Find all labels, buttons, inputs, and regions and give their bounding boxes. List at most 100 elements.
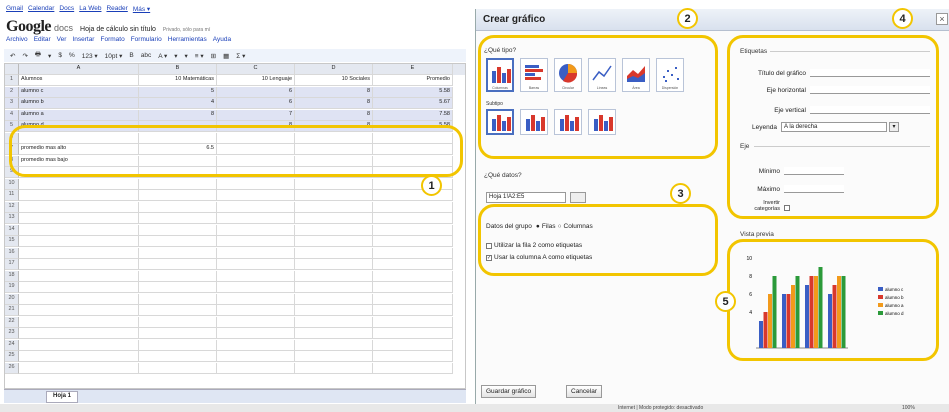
table-cell[interactable] <box>217 236 295 247</box>
table-cell[interactable] <box>19 328 139 339</box>
table-cell[interactable] <box>19 224 139 236</box>
row-number[interactable]: 3 <box>5 98 19 109</box>
toolbar-button[interactable]: ≡ ▾ <box>193 52 206 60</box>
table-cell[interactable] <box>217 316 295 328</box>
save-chart-button[interactable]: Guardar gráfico <box>481 385 537 398</box>
table-cell[interactable]: 10 Lenguaje <box>217 75 295 86</box>
table-cell[interactable] <box>19 247 139 259</box>
table-cell[interactable] <box>373 362 453 374</box>
sheet-tab[interactable]: Hoja 1 <box>46 391 79 403</box>
table-cell[interactable]: 4 <box>139 98 217 109</box>
row-number[interactable]: 17 <box>5 259 19 270</box>
row-number[interactable]: 20 <box>5 293 19 305</box>
table-cell[interactable]: 5 <box>139 86 217 98</box>
topnav-link[interactable]: Más ▾ <box>133 5 150 15</box>
table-cell[interactable] <box>295 362 373 374</box>
table-cell[interactable] <box>139 339 217 351</box>
column-header[interactable]: E <box>373 64 453 75</box>
table-cell[interactable] <box>217 213 295 224</box>
table-cell[interactable] <box>217 247 295 259</box>
cancel-button[interactable]: Cancelar <box>566 385 603 398</box>
table-cell[interactable] <box>373 190 453 201</box>
table-cell[interactable] <box>373 247 453 259</box>
table-cell[interactable]: alumno b <box>19 98 139 109</box>
table-cell[interactable]: Alumnos <box>19 75 139 86</box>
table-cell[interactable] <box>139 201 217 213</box>
menu-item[interactable]: Herramientas <box>168 36 207 48</box>
row-number[interactable]: 24 <box>5 339 19 351</box>
table-cell[interactable] <box>373 293 453 305</box>
table-cell[interactable]: alumno c <box>19 86 139 98</box>
table-cell[interactable]: 5.67 <box>373 98 453 109</box>
table-cell[interactable] <box>295 305 373 316</box>
table-cell[interactable] <box>295 270 373 282</box>
table-cell[interactable] <box>217 259 295 270</box>
table-cell[interactable] <box>295 339 373 351</box>
row-number[interactable]: 16 <box>5 247 19 259</box>
table-cell[interactable] <box>19 201 139 213</box>
table-cell[interactable]: 8 <box>139 109 217 121</box>
table-cell[interactable]: 6 <box>217 98 295 109</box>
row-number[interactable]: 23 <box>5 328 19 339</box>
row-number[interactable]: 4 <box>5 109 19 121</box>
menu-item[interactable]: Formulario <box>131 36 162 48</box>
table-cell[interactable] <box>217 328 295 339</box>
privacy-status[interactable]: Privado, sólo para mí <box>163 27 210 33</box>
table-cell[interactable] <box>217 293 295 305</box>
toolbar-button[interactable]: ▾ <box>172 52 179 60</box>
table-cell[interactable] <box>295 178 373 190</box>
toolbar-button[interactable]: $ <box>56 52 64 59</box>
table-cell[interactable] <box>139 236 217 247</box>
table-cell[interactable] <box>139 328 217 339</box>
row-number[interactable]: 10 <box>5 178 19 190</box>
toolbar-button[interactable]: 10pt ▾ <box>103 52 125 60</box>
table-cell[interactable] <box>19 293 139 305</box>
zoom-level[interactable]: 100% <box>902 405 915 411</box>
table-cell[interactable] <box>295 328 373 339</box>
table-cell[interactable] <box>373 270 453 282</box>
table-cell[interactable] <box>295 259 373 270</box>
table-cell[interactable] <box>217 270 295 282</box>
table-cell[interactable] <box>139 270 217 282</box>
table-cell[interactable]: Promedio <box>373 75 453 86</box>
toolbar-button[interactable]: abc <box>139 52 153 59</box>
table-cell[interactable]: 6 <box>217 86 295 98</box>
table-cell[interactable]: 8 <box>295 86 373 98</box>
table-cell[interactable] <box>217 351 295 362</box>
table-cell[interactable] <box>373 351 453 362</box>
table-cell[interactable]: 8 <box>295 98 373 109</box>
table-cell[interactable] <box>19 259 139 270</box>
table-cell[interactable] <box>295 351 373 362</box>
table-cell[interactable] <box>19 316 139 328</box>
column-header[interactable]: D <box>295 64 373 75</box>
column-header[interactable]: B <box>139 64 217 75</box>
table-cell[interactable] <box>295 190 373 201</box>
menu-item[interactable]: Formato <box>100 36 124 48</box>
topnav-link[interactable]: La Web <box>79 5 101 15</box>
table-cell[interactable] <box>139 178 217 190</box>
toolbar-button[interactable]: 🖶 <box>33 50 43 61</box>
row-number[interactable]: 1 <box>5 75 19 86</box>
row-number[interactable]: 14 <box>5 224 19 236</box>
menu-item[interactable]: Insertar <box>72 36 94 48</box>
table-cell[interactable] <box>139 190 217 201</box>
table-cell[interactable]: 7.58 <box>373 109 453 121</box>
column-header[interactable]: C <box>217 64 295 75</box>
table-cell[interactable] <box>19 339 139 351</box>
google-logo[interactable]: Google <box>6 18 52 36</box>
table-cell[interactable] <box>373 316 453 328</box>
table-cell[interactable] <box>295 316 373 328</box>
table-cell[interactable] <box>295 293 373 305</box>
topnav-link[interactable]: Docs <box>59 5 74 15</box>
table-cell[interactable] <box>139 351 217 362</box>
toolbar-button[interactable]: ▾ <box>46 52 53 60</box>
range-picker-button[interactable] <box>570 192 586 203</box>
column-header[interactable]: A <box>19 64 139 75</box>
table-cell[interactable] <box>373 282 453 293</box>
table-cell[interactable] <box>139 259 217 270</box>
menu-item[interactable]: Editar <box>34 36 51 48</box>
table-cell[interactable] <box>139 305 217 316</box>
table-cell[interactable] <box>373 213 453 224</box>
table-cell[interactable] <box>217 190 295 201</box>
table-cell[interactable] <box>373 339 453 351</box>
